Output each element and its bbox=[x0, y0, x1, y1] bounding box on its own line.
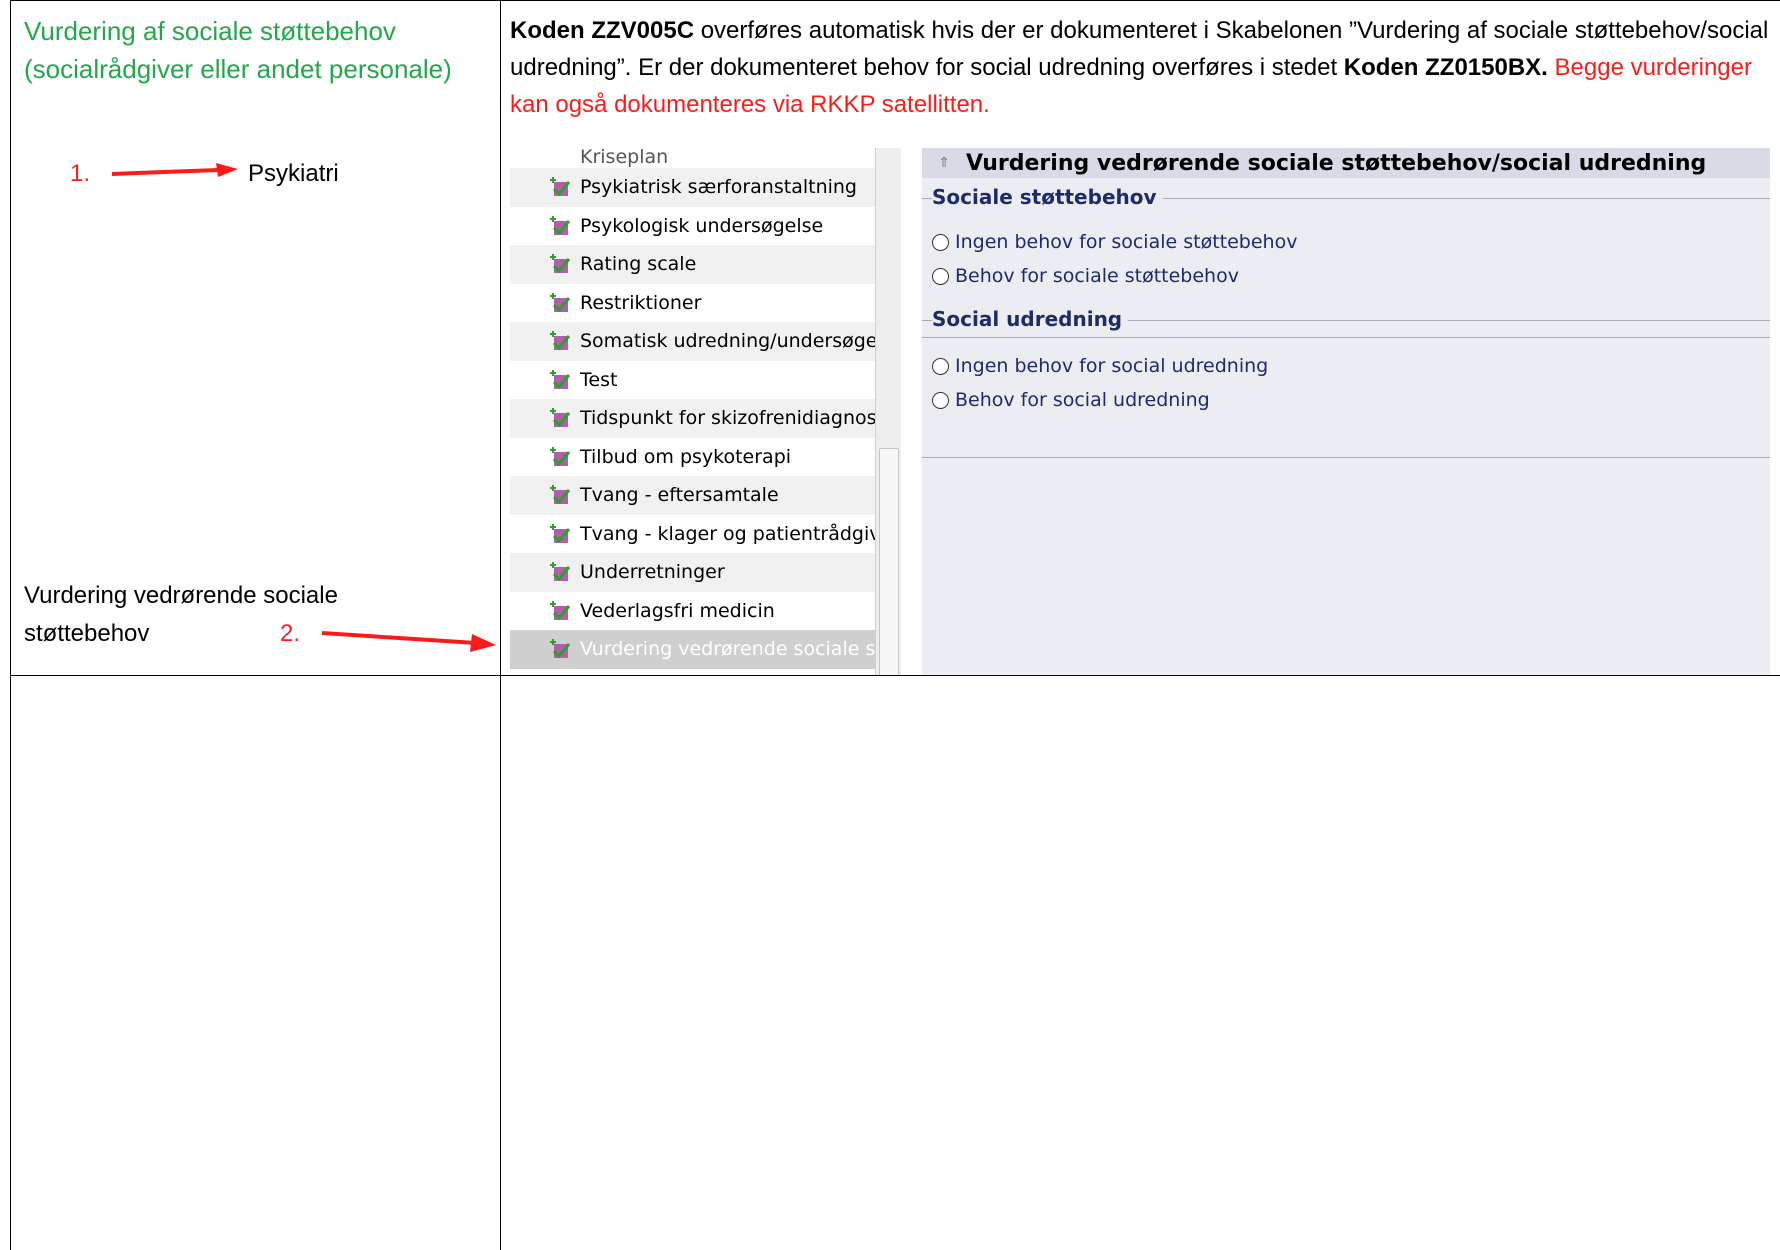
radio-option[interactable]: Behov for sociale støttebehov bbox=[932, 265, 1239, 287]
tree-item[interactable]: Psykologisk undersøgelse bbox=[510, 207, 875, 246]
template-add-icon bbox=[550, 254, 571, 274]
tree-item-label: Restriktioner bbox=[580, 291, 702, 314]
social-assessment-form: ⇑ Vurdering vedrørende sociale støttebeh… bbox=[922, 148, 1770, 675]
template-add-icon bbox=[550, 446, 571, 466]
tree-item-label: Vurdering vedrørende sociale støttebehov bbox=[580, 638, 875, 661]
step-2-marker: 2. bbox=[280, 620, 301, 647]
tree-item[interactable]: Underretninger bbox=[510, 553, 875, 592]
table-left-border bbox=[10, 0, 11, 1250]
step-1-marker: 1. bbox=[70, 160, 91, 187]
template-add-icon bbox=[550, 369, 571, 389]
tree-item-label: Tvang - eftersamtale bbox=[580, 484, 779, 507]
template-add-icon bbox=[550, 408, 571, 428]
tree-item-label: Kriseplan bbox=[580, 148, 669, 168]
tree-item[interactable]: Somatisk udredning/undersøgelse bbox=[510, 322, 875, 361]
radio-option[interactable]: Behov for social udredning bbox=[932, 389, 1210, 411]
table-row-divider bbox=[10, 675, 1780, 676]
radio-button[interactable] bbox=[932, 233, 949, 251]
description-text: Koden ZZV005C overføres automatisk hvis … bbox=[510, 12, 1775, 123]
tree-item-label: Vederlagsfri medicin bbox=[580, 599, 775, 622]
tree-item-label: Psykiatrisk særforanstaltning bbox=[580, 176, 857, 199]
radio-label: Behov for social udredning bbox=[955, 389, 1210, 411]
code-zz0150bx: Koden ZZ0150BX. bbox=[1343, 54, 1548, 81]
template-tree-list: Kriseplan Psykiatrisk særforanstaltning … bbox=[510, 148, 875, 675]
template-add-icon bbox=[550, 485, 571, 505]
group-social-udredning: Social udredning Ingen behov for social … bbox=[922, 307, 1770, 458]
tree-item-label: Rating scale bbox=[580, 253, 697, 276]
template-add-icon bbox=[550, 562, 571, 582]
step-2-arrow-icon bbox=[321, 631, 496, 652]
tree-item-label: Tidspunkt for skizofrenidiagnose bbox=[580, 407, 875, 430]
section-title: Vurdering af sociale støttebehov (social… bbox=[24, 16, 452, 84]
tree-item[interactable]: Tvang - klager og patientrådgiver bbox=[510, 515, 875, 554]
tree-item-selected[interactable]: Vurdering vedrørende sociale støttebehov bbox=[510, 630, 875, 669]
tree-item-label: Tilbud om psykoterapi bbox=[580, 445, 792, 468]
step-2-text-line2: støttebehov bbox=[24, 620, 150, 647]
group-title: Sociale støttebehov bbox=[932, 185, 1163, 209]
template-add-icon bbox=[550, 331, 571, 351]
tree-item[interactable]: Vederlagsfri medicin bbox=[510, 592, 875, 631]
tree-scrollbar[interactable] bbox=[875, 148, 901, 675]
radio-label: Behov for sociale støttebehov bbox=[955, 265, 1239, 287]
tree-item-label: Test bbox=[580, 368, 618, 391]
tree-item[interactable]: Test bbox=[510, 361, 875, 400]
step-2-text-line1: Vurdering vedrørende sociale bbox=[24, 582, 338, 609]
radio-button[interactable] bbox=[932, 391, 949, 409]
tree-item[interactable]: Psykiatrisk særforanstaltning bbox=[510, 168, 875, 207]
step-1-label: Psykiatri bbox=[248, 160, 339, 187]
scrollbar-thumb[interactable] bbox=[879, 448, 899, 675]
template-add-icon bbox=[550, 177, 571, 197]
tree-item-label: Underretninger bbox=[580, 561, 725, 584]
code-zzv005c: Koden ZZV005C bbox=[510, 17, 695, 44]
tree-item-kriseplan[interactable]: Kriseplan bbox=[510, 148, 875, 168]
template-add-icon bbox=[550, 600, 571, 620]
table-column-divider bbox=[500, 0, 501, 1250]
radio-option[interactable]: Ingen behov for sociale støttebehov bbox=[932, 231, 1297, 253]
tree-item[interactable]: Tvang - eftersamtale bbox=[510, 476, 875, 515]
template-add-icon bbox=[550, 215, 571, 235]
tree-item-label: Somatisk udredning/undersøgelse bbox=[580, 330, 875, 353]
collapse-icon[interactable]: ⇑ bbox=[936, 155, 952, 171]
tree-item[interactable]: Restriktioner bbox=[510, 284, 875, 323]
tree-item[interactable]: Rating scale bbox=[510, 245, 875, 284]
radio-label: Ingen behov for social udredning bbox=[955, 355, 1269, 377]
table-top-border bbox=[10, 0, 1780, 1]
form-header: ⇑ Vurdering vedrørende sociale støttebeh… bbox=[922, 148, 1770, 178]
step-1-arrow-icon bbox=[111, 163, 238, 177]
tree-item[interactable]: Tidspunkt for skizofrenidiagnose bbox=[510, 399, 875, 438]
radio-option[interactable]: Ingen behov for social udredning bbox=[932, 355, 1268, 377]
radio-button[interactable] bbox=[932, 357, 949, 375]
group-title: Social udredning bbox=[932, 307, 1129, 331]
embedded-screenshot: Kriseplan Psykiatrisk særforanstaltning … bbox=[510, 148, 1770, 675]
tree-item-label: Tvang - klager og patientrådgiver bbox=[580, 522, 875, 545]
template-add-icon bbox=[550, 523, 571, 543]
form-header-title: Vurdering vedrørende sociale støttebehov… bbox=[966, 150, 1707, 176]
radio-button[interactable] bbox=[932, 267, 949, 285]
tree-item-label: Psykologisk undersøgelse bbox=[580, 214, 824, 237]
template-add-icon bbox=[550, 639, 571, 659]
tree-item[interactable]: Tilbud om psykoterapi bbox=[510, 438, 875, 477]
template-add-icon bbox=[550, 292, 571, 312]
radio-label: Ingen behov for sociale støttebehov bbox=[955, 231, 1298, 253]
